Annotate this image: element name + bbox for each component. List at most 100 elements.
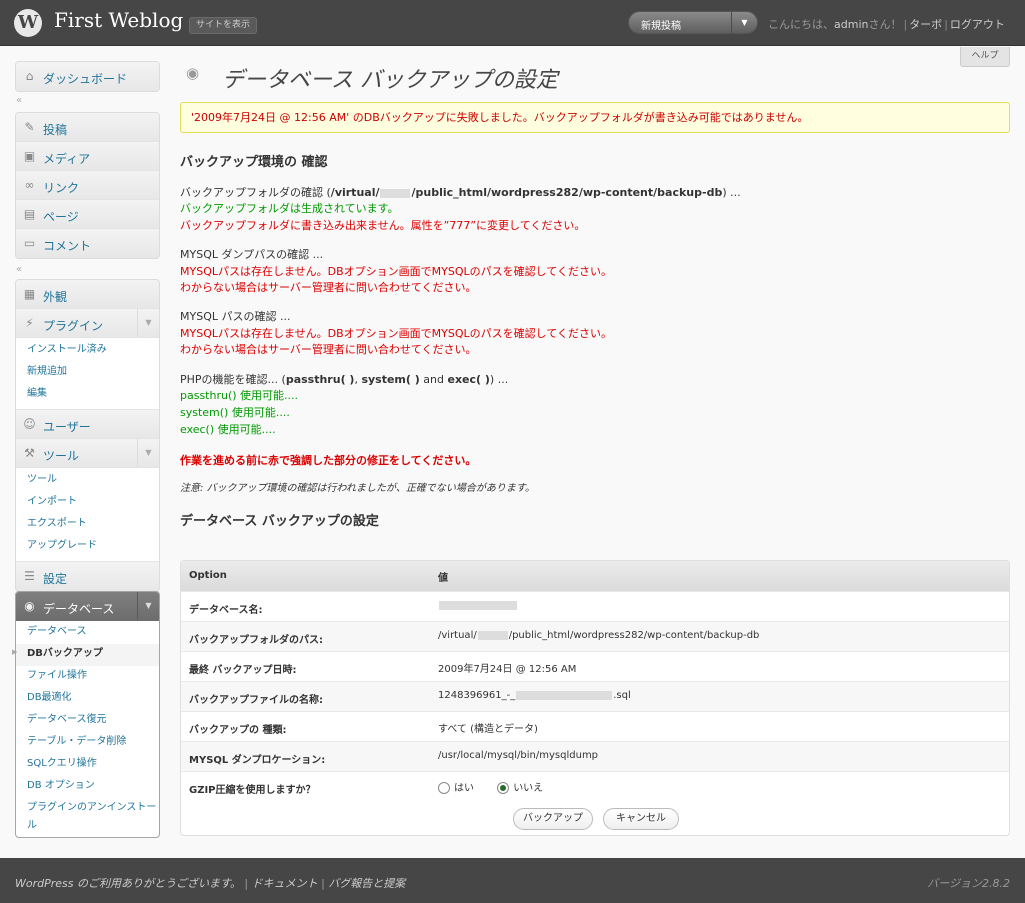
chevron-down-icon[interactable]: ▼	[137, 439, 159, 467]
row-label-db-name: データベース名:	[189, 605, 263, 616]
php-system: system( )	[361, 373, 420, 386]
row-label-mysqldump-location: MYSQL ダンプロケーション:	[189, 755, 326, 766]
menu-item-posts[interactable]: ✎ 投稿	[16, 113, 159, 142]
menu-item-media[interactable]: ▣ メディア	[16, 142, 159, 171]
user-info: こんにちは、adminさん！ | ターボ | ログアウト	[768, 18, 1005, 31]
settings-icon: ☰	[24, 569, 35, 583]
submenu-item-installed[interactable]: インストール済み	[16, 340, 159, 362]
menu-item-dashboard[interactable]: ⌂ ダッシュボード	[16, 62, 159, 91]
submenu-item-db-restore[interactable]: データベース復元	[16, 710, 159, 732]
username-link[interactable]: admin	[834, 18, 868, 31]
table-row: GZIP圧縮を使用しますか？ はい いいえ	[181, 771, 1009, 801]
menu-label-comments[interactable]: コメント	[43, 237, 91, 254]
settings-heading: データベース バックアップの設定	[180, 514, 379, 529]
redacted-block	[380, 188, 411, 198]
folder-path-start: /virtual/	[330, 186, 380, 199]
chevron-down-icon[interactable]: ▼	[731, 12, 757, 33]
visit-site-button[interactable]: サイトを表示	[189, 17, 258, 34]
chevron-down-icon[interactable]: ▼	[137, 592, 159, 620]
menu-separator-icon[interactable]: «	[16, 264, 22, 275]
cancel-button[interactable]: キャンセル	[603, 808, 679, 830]
menu-group-admin: ▦ 外観 ⚡ プラグイン ▼ インストール済み 新規追加 編集 ☺ ユーザー ⚒…	[15, 279, 160, 592]
table-row: バックアップフォルダのパス: /virtual/ /public_html/wor…	[181, 621, 1009, 651]
gzip-yes-option[interactable]: はい	[438, 779, 474, 794]
menu-item-plugins[interactable]: ⚡ プラグイン ▼	[16, 309, 159, 338]
menu-item-database[interactable]: ◉ データベース ▼	[16, 592, 159, 621]
submenu-item-tools[interactable]: ツール	[16, 470, 159, 492]
gzip-yes-label[interactable]: はい	[454, 783, 474, 794]
submenu-item-export[interactable]: エクスポート	[16, 514, 159, 536]
favorite-actions-dropdown[interactable]: 新規投稿 ▼	[628, 11, 758, 34]
gzip-no-radio[interactable]	[497, 782, 510, 794]
submenu-item-db-options[interactable]: DB オプション	[16, 776, 159, 798]
wordpress-logo-icon[interactable]: W	[14, 9, 42, 37]
row-label-last-backup: 最終 バックアップ日時:	[189, 665, 297, 676]
row-label-backup-path: バックアップフォルダのパス:	[189, 635, 323, 646]
accuracy-note: 注意: バックアップ環境の確認は行われましたが、正確でない場合があります。	[180, 483, 535, 494]
redacted-block	[477, 630, 508, 640]
submenu-item-add-new[interactable]: 新規追加	[16, 362, 159, 384]
submenu-item-uninstall[interactable]: プラグインのアンインストール	[16, 798, 159, 834]
menu-separator-icon[interactable]: «	[16, 95, 22, 106]
favorite-action-label[interactable]: 新規投稿	[641, 17, 681, 32]
table-header-row: Option 値	[181, 561, 1009, 591]
submenu-item-upgrade[interactable]: アップグレード	[16, 536, 159, 558]
menu-item-users[interactable]: ☺ ユーザー	[16, 410, 159, 439]
filename-start: 1248396961_-_	[438, 690, 516, 701]
folder-path-end: /public_html/wordpress282/wp-content/bac…	[411, 186, 723, 199]
plug-icon: ⚡	[25, 316, 34, 330]
chevron-down-icon[interactable]: ▼	[137, 309, 159, 337]
menu-label-plugins[interactable]: プラグイン	[43, 317, 103, 334]
submenu-item-db-optimize[interactable]: DB最適化	[16, 688, 159, 710]
logout-link[interactable]: ログアウト	[950, 18, 1005, 31]
menu-label-links[interactable]: リンク	[43, 179, 79, 196]
footer-thanks-link[interactable]: WordPress のご利用ありがとうございます。	[15, 877, 241, 890]
error-notice: '2009年7月24日 @ 12:56 AM' のDBバックアップに失敗しました…	[180, 102, 1010, 133]
backup-button[interactable]: バックアップ	[513, 808, 593, 830]
help-tab[interactable]: ヘルプ	[960, 47, 1010, 67]
gzip-no-label[interactable]: いいえ	[513, 783, 543, 794]
mysql-error-message: MYSQLパスは存在しません。DBオプション画面でMYSQLのパスを確認してくだ…	[180, 327, 612, 340]
menu-item-tools[interactable]: ⚒ ツール ▼	[16, 439, 159, 468]
menu-item-pages[interactable]: ▤ ページ	[16, 200, 159, 229]
page-icon: ▤	[23, 207, 36, 221]
php-check-label: PHPの機能を確認... (	[180, 373, 286, 386]
footer-docs-link[interactable]: ドキュメント	[252, 877, 318, 890]
users-icon: ☺	[23, 417, 36, 431]
submenu-item-editor[interactable]: 編集	[16, 384, 159, 406]
submenu-item-table-empty[interactable]: テーブル・データ削除	[16, 732, 159, 754]
gzip-yes-radio[interactable]	[438, 782, 450, 794]
turbo-link[interactable]: ターボ	[909, 18, 942, 31]
backup-path-end: /public_html/wordpress282/wp-content/bac…	[508, 630, 760, 641]
column-header-option: Option	[189, 570, 227, 581]
menu-item-appearance[interactable]: ▦ 外観	[16, 280, 159, 309]
menu-item-comments[interactable]: ▭ コメント	[16, 229, 159, 258]
table-row: データベース名:	[181, 591, 1009, 621]
menu-label-database[interactable]: データベース	[43, 600, 114, 617]
menu-label-posts[interactable]: 投稿	[43, 121, 67, 138]
menu-label-appearance[interactable]: 外観	[43, 288, 67, 305]
footer-feedback-link[interactable]: バグ報告と提案	[328, 877, 405, 890]
menu-label-tools[interactable]: ツール	[43, 447, 79, 464]
database-icon: ◉	[186, 64, 200, 82]
site-title[interactable]: First Weblog	[54, 8, 183, 32]
mysqldump-check-line: MYSQL ダンプパスの確認 ...	[180, 248, 324, 261]
menu-label-users[interactable]: ユーザー	[43, 418, 91, 435]
gzip-no-option[interactable]: いいえ	[497, 779, 543, 794]
submenu-item-sql-query[interactable]: SQLクエリ操作	[16, 754, 159, 776]
tools-submenu: ツール インポート エクスポート アップグレード	[16, 468, 159, 562]
menu-label-media[interactable]: メディア	[43, 150, 90, 167]
submenu-item-file-manage[interactable]: ファイル操作	[16, 666, 159, 688]
menu-label-pages[interactable]: ページ	[43, 208, 79, 225]
menu-item-settings[interactable]: ☰ 設定	[16, 562, 159, 591]
menu-group-content: ✎ 投稿 ▣ メディア ∞ リンク ▤ ページ ▭ コメント	[15, 112, 160, 259]
submenu-item-database[interactable]: データベース	[16, 622, 159, 644]
menu-label-settings[interactable]: 設定	[43, 570, 67, 587]
submenu-item-import[interactable]: インポート	[16, 492, 159, 514]
php-exec: exec( )	[447, 373, 490, 386]
mysql-error-help: わからない場合はサーバー管理者に問い合わせてください。	[180, 343, 477, 356]
submenu-item-db-backup[interactable]: DBバックアップ	[16, 644, 159, 666]
pin-icon: ✎	[24, 120, 35, 134]
menu-label-dashboard[interactable]: ダッシュボード	[43, 70, 127, 87]
menu-item-links[interactable]: ∞ リンク	[16, 171, 159, 200]
